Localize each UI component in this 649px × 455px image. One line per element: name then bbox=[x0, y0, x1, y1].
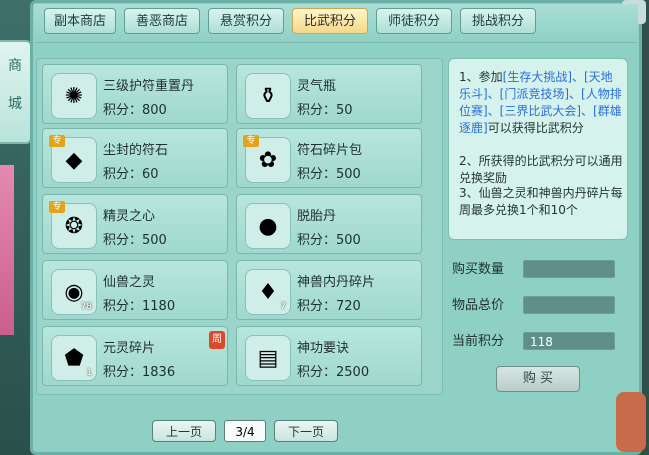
store-tab[interactable]: 商 城 bbox=[0, 40, 32, 144]
tab-challenge-points[interactable]: 挑战积分 bbox=[460, 8, 536, 34]
page-indicator: 3/4 bbox=[224, 420, 266, 442]
item-name: 脱胎丹 bbox=[297, 209, 337, 224]
spirit-orb-icon: ◉ 78 bbox=[51, 269, 97, 315]
pill-icon: ● bbox=[245, 203, 291, 249]
item-count: 78 bbox=[80, 302, 92, 312]
item-card[interactable]: ◆ 专 尘封的符石 积分：60 bbox=[42, 128, 228, 188]
item-card[interactable]: ✺ 三级护符重置丹 积分：800 bbox=[42, 64, 228, 124]
tab-bounty-points[interactable]: 悬赏积分 bbox=[208, 8, 284, 34]
item-count: 7 bbox=[280, 302, 286, 312]
item-name: 精灵之心 bbox=[103, 209, 156, 224]
item-name: 元灵碎片 bbox=[103, 341, 156, 356]
item-score: 积分：1180 bbox=[103, 299, 176, 314]
item-name: 神功要诀 bbox=[297, 341, 350, 356]
amulet-icon: ✺ bbox=[51, 73, 97, 119]
item-card[interactable]: ♦ 7 神兽内丹碎片 积分：720 bbox=[236, 260, 422, 320]
exclusive-badge: 专 bbox=[243, 135, 259, 147]
buy-button[interactable]: 购 买 bbox=[496, 366, 580, 392]
exclusive-badge: 专 bbox=[49, 135, 65, 147]
item-score: 积分：500 bbox=[103, 233, 167, 248]
item-card[interactable]: ❂ 专 精灵之心 积分：500 bbox=[42, 194, 228, 254]
current-points-label: 当前积分 bbox=[452, 334, 505, 349]
store-tab-top-label: 商 bbox=[8, 58, 22, 74]
item-name: 尘封的符石 bbox=[103, 143, 169, 158]
info-line-1-prefix: 1、参加 bbox=[459, 70, 503, 84]
info-line-2: 2、所获得的比武积分可以通用兑换奖励 bbox=[459, 154, 623, 185]
info-line-3: 3、仙兽之灵和神兽内丹碎片每周最多兑换1个和10个 bbox=[459, 186, 623, 217]
info-line-1: 1、参加[生存大挑战]、[天地乐斗]、[门派竞技场]、[人物排位赛]、[三界比武… bbox=[459, 69, 623, 137]
bottle-icon: ⚱ bbox=[245, 73, 291, 119]
item-name: 神兽内丹碎片 bbox=[297, 275, 376, 290]
item-card[interactable]: ⚱ 灵气瓶 积分：50 bbox=[236, 64, 422, 124]
item-score: 积分：720 bbox=[297, 299, 361, 314]
crystal-shard-icon: ♦ 7 bbox=[245, 269, 291, 315]
next-page-button[interactable]: 下一页 bbox=[274, 420, 338, 442]
info-line-1-suffix: 可以获得比武积分 bbox=[487, 121, 584, 135]
store-tab-bottom-label: 城 bbox=[8, 96, 22, 112]
item-score: 积分：500 bbox=[297, 167, 361, 182]
item-score: 积分：500 bbox=[297, 233, 361, 248]
prev-page-button[interactable]: 上一页 bbox=[152, 420, 216, 442]
left-pink-decoration bbox=[0, 165, 14, 335]
item-score: 积分：50 bbox=[297, 103, 353, 118]
total-label: 物品总价 bbox=[452, 298, 505, 313]
current-points-field: 118 bbox=[523, 332, 615, 350]
item-name: 三级护符重置丹 bbox=[103, 79, 195, 94]
info-panel: 1、参加[生存大挑战]、[天地乐斗]、[门派竞技场]、[人物排位赛]、[三界比武… bbox=[448, 58, 628, 240]
item-card[interactable]: ✿ 专 符石碎片包 积分：500 bbox=[236, 128, 422, 188]
item-name: 仙兽之灵 bbox=[103, 275, 156, 290]
tab-pvp-points[interactable]: 比武积分 bbox=[292, 8, 368, 34]
qty-label: 购买数量 bbox=[452, 262, 505, 277]
item-score: 积分：1836 bbox=[103, 365, 176, 380]
tab-mentor-points[interactable]: 师徒积分 bbox=[376, 8, 452, 34]
item-card[interactable]: ▤ 神功要诀 积分：2500 bbox=[236, 326, 422, 386]
item-count: 1 bbox=[86, 368, 92, 378]
weekly-badge: 周 bbox=[209, 331, 225, 349]
item-score: 积分：60 bbox=[103, 167, 159, 182]
item-card[interactable]: ⬟ 1 周 元灵碎片 积分：1836 bbox=[42, 326, 228, 386]
tab-good-evil-shop[interactable]: 善恶商店 bbox=[124, 8, 200, 34]
corner-decoration bbox=[616, 392, 646, 452]
item-score: 积分：800 bbox=[103, 103, 167, 118]
total-field bbox=[523, 296, 615, 314]
item-name: 灵气瓶 bbox=[297, 79, 337, 94]
item-score: 积分：2500 bbox=[297, 365, 370, 380]
exclusive-badge: 专 bbox=[49, 201, 65, 213]
book-icon: ▤ bbox=[245, 335, 291, 381]
gold-fragment-icon: ⬟ 1 bbox=[51, 335, 97, 381]
item-card[interactable]: ● 脱胎丹 积分：500 bbox=[236, 194, 422, 254]
item-card[interactable]: ◉ 78 仙兽之灵 积分：1180 bbox=[42, 260, 228, 320]
qty-field[interactable] bbox=[523, 260, 615, 278]
item-name: 符石碎片包 bbox=[297, 143, 363, 158]
tab-dungeon-shop[interactable]: 副本商店 bbox=[44, 8, 116, 34]
